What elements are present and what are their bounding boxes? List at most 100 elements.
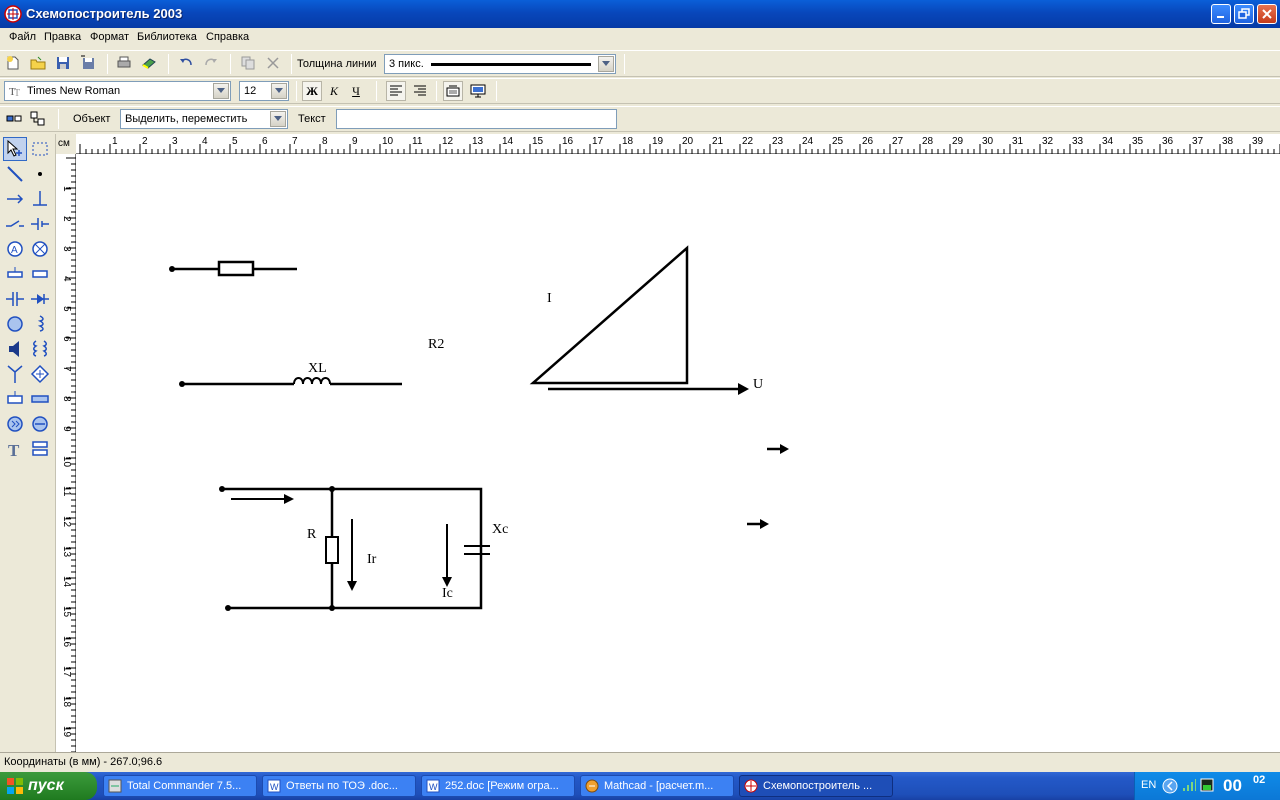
print-button[interactable] [114,53,134,73]
font-size-dropdown-button[interactable] [271,83,287,99]
toolbar-separator [230,54,231,74]
ruler-label: 7 [61,366,72,372]
marquee-select-tool[interactable] [28,137,52,161]
line-width-select[interactable]: 3 пикс. [384,54,616,74]
generator-tool[interactable] [3,412,27,436]
restore-button[interactable] [1234,4,1254,24]
object-mode-dropdown-button[interactable] [270,111,286,127]
close-button[interactable] [1257,4,1277,24]
source-tool[interactable] [28,412,52,436]
undo-button[interactable] [176,53,196,73]
ruler-label: 19 [61,726,72,738]
text-frame-button[interactable] [443,81,463,101]
task-schematic-builder[interactable]: Схемопостроитель ... [739,775,893,797]
drawing-canvas[interactable]: XL R2 I U R Ir Xc Ic [76,154,1280,752]
tray-expand-icon[interactable] [1162,778,1178,794]
object-mode-select[interactable]: Выделить, переместить [120,109,288,129]
terminal-dot [219,486,225,492]
font-dropdown-button[interactable] [213,83,229,99]
motor-tool[interactable] [3,312,27,336]
ruler-label: 10 [61,456,72,468]
minimize-button[interactable] [1211,4,1231,24]
bold-button[interactable]: Ж [302,81,322,101]
task-mathcad[interactable]: Mathcad - [расчет.m... [580,775,734,797]
save-as-button[interactable] [78,53,98,73]
ungroup-button[interactable] [28,109,48,129]
battery-status-icon[interactable] [1199,777,1215,793]
diode-icon [31,294,49,304]
resistor-tool[interactable] [28,262,52,286]
menu-help[interactable]: Справка [206,31,249,43]
signal-strength-icon[interactable] [1181,777,1197,793]
delete-button[interactable] [263,53,283,73]
language-indicator[interactable]: EN [1141,779,1156,791]
text-t-icon: T [8,441,20,459]
terminal-dot [179,381,185,387]
inductor-tool[interactable] [28,312,52,336]
bridge-tool[interactable] [28,362,52,386]
word-document-icon: W [267,779,281,793]
group-button[interactable] [4,109,24,129]
menu-format[interactable]: Формат [90,31,129,43]
relay-tool[interactable] [3,387,27,411]
antenna-tool[interactable] [3,362,27,386]
ruler-label: 39 [1252,136,1264,147]
fuse-tool[interactable] [3,262,27,286]
ir-arrow-head [347,581,357,591]
print-preview-button[interactable] [139,53,159,73]
align-right-button[interactable] [410,81,430,101]
point-tool[interactable] [28,162,52,186]
ground-tool[interactable] [28,187,52,211]
select-move-tool[interactable] [3,137,27,161]
transformer-tool[interactable] [28,337,52,361]
u-arrow-head [738,383,749,395]
line-width-dropdown-button[interactable] [598,56,614,72]
ruler-label: 5 [61,306,72,312]
align-left-button[interactable] [386,81,406,101]
new-file-button[interactable] [3,53,23,73]
task-total-commander[interactable]: Total Commander 7.5... [103,775,257,797]
inductor-icon [37,315,44,332]
line-width-value: 3 пикс. [389,58,424,70]
dashed-rectangle-icon [32,142,48,156]
open-folder-icon [30,56,46,70]
font-select[interactable]: TT Times New Roman [4,81,231,101]
horizontal-ruler-scale: 1 2 3 4 5 6 7 8 9 10 11 12 13 14 15 16 17 18 19 20 21 22 23 24 2… [79,136,1280,154]
menu-file[interactable]: Файл [9,31,36,43]
open-file-button[interactable] [28,53,48,73]
diode-tool[interactable] [28,287,52,311]
minimize-icon [1217,16,1224,18]
heater-tool[interactable] [28,387,52,411]
label-u: U [753,377,764,392]
start-button[interactable]: пуск [0,772,97,800]
battery-tool[interactable] [28,212,52,236]
font-size-select[interactable]: 12 [239,81,289,101]
display-button[interactable] [468,81,488,101]
ruler-label: 6 [262,136,268,147]
task-word-answers[interactable]: W Ответы по ТОЭ .doc... [262,775,416,797]
lamp-tool[interactable] [28,237,52,261]
menu-edit[interactable]: Правка [44,31,81,43]
ruler-label: 15 [61,606,72,618]
copy-button[interactable] [238,53,258,73]
ruler-label: 11 [61,486,72,497]
tool-palette: A T [0,134,56,752]
task-word-252[interactable]: W 252.doc [Режим огра... [421,775,575,797]
switch-tool[interactable] [3,212,27,236]
ammeter-tool[interactable]: A [3,237,27,261]
underline-button[interactable]: Ч [346,81,366,101]
capacitor-tool[interactable] [3,287,27,311]
generator-icon [7,416,23,432]
terminal-block-tool[interactable] [28,437,52,461]
speaker-tool[interactable] [3,337,27,361]
save-button[interactable] [53,53,73,73]
text-tool[interactable]: T [3,437,27,461]
menu-library[interactable]: Библиотека [137,31,197,43]
italic-button[interactable]: К [324,81,344,101]
schematic-app-icon [744,779,758,793]
text-input[interactable] [336,109,617,129]
fuse-icon [7,267,23,278]
line-tool[interactable] [3,162,27,186]
redo-button[interactable] [201,53,221,73]
arrow-tool[interactable] [3,187,27,211]
